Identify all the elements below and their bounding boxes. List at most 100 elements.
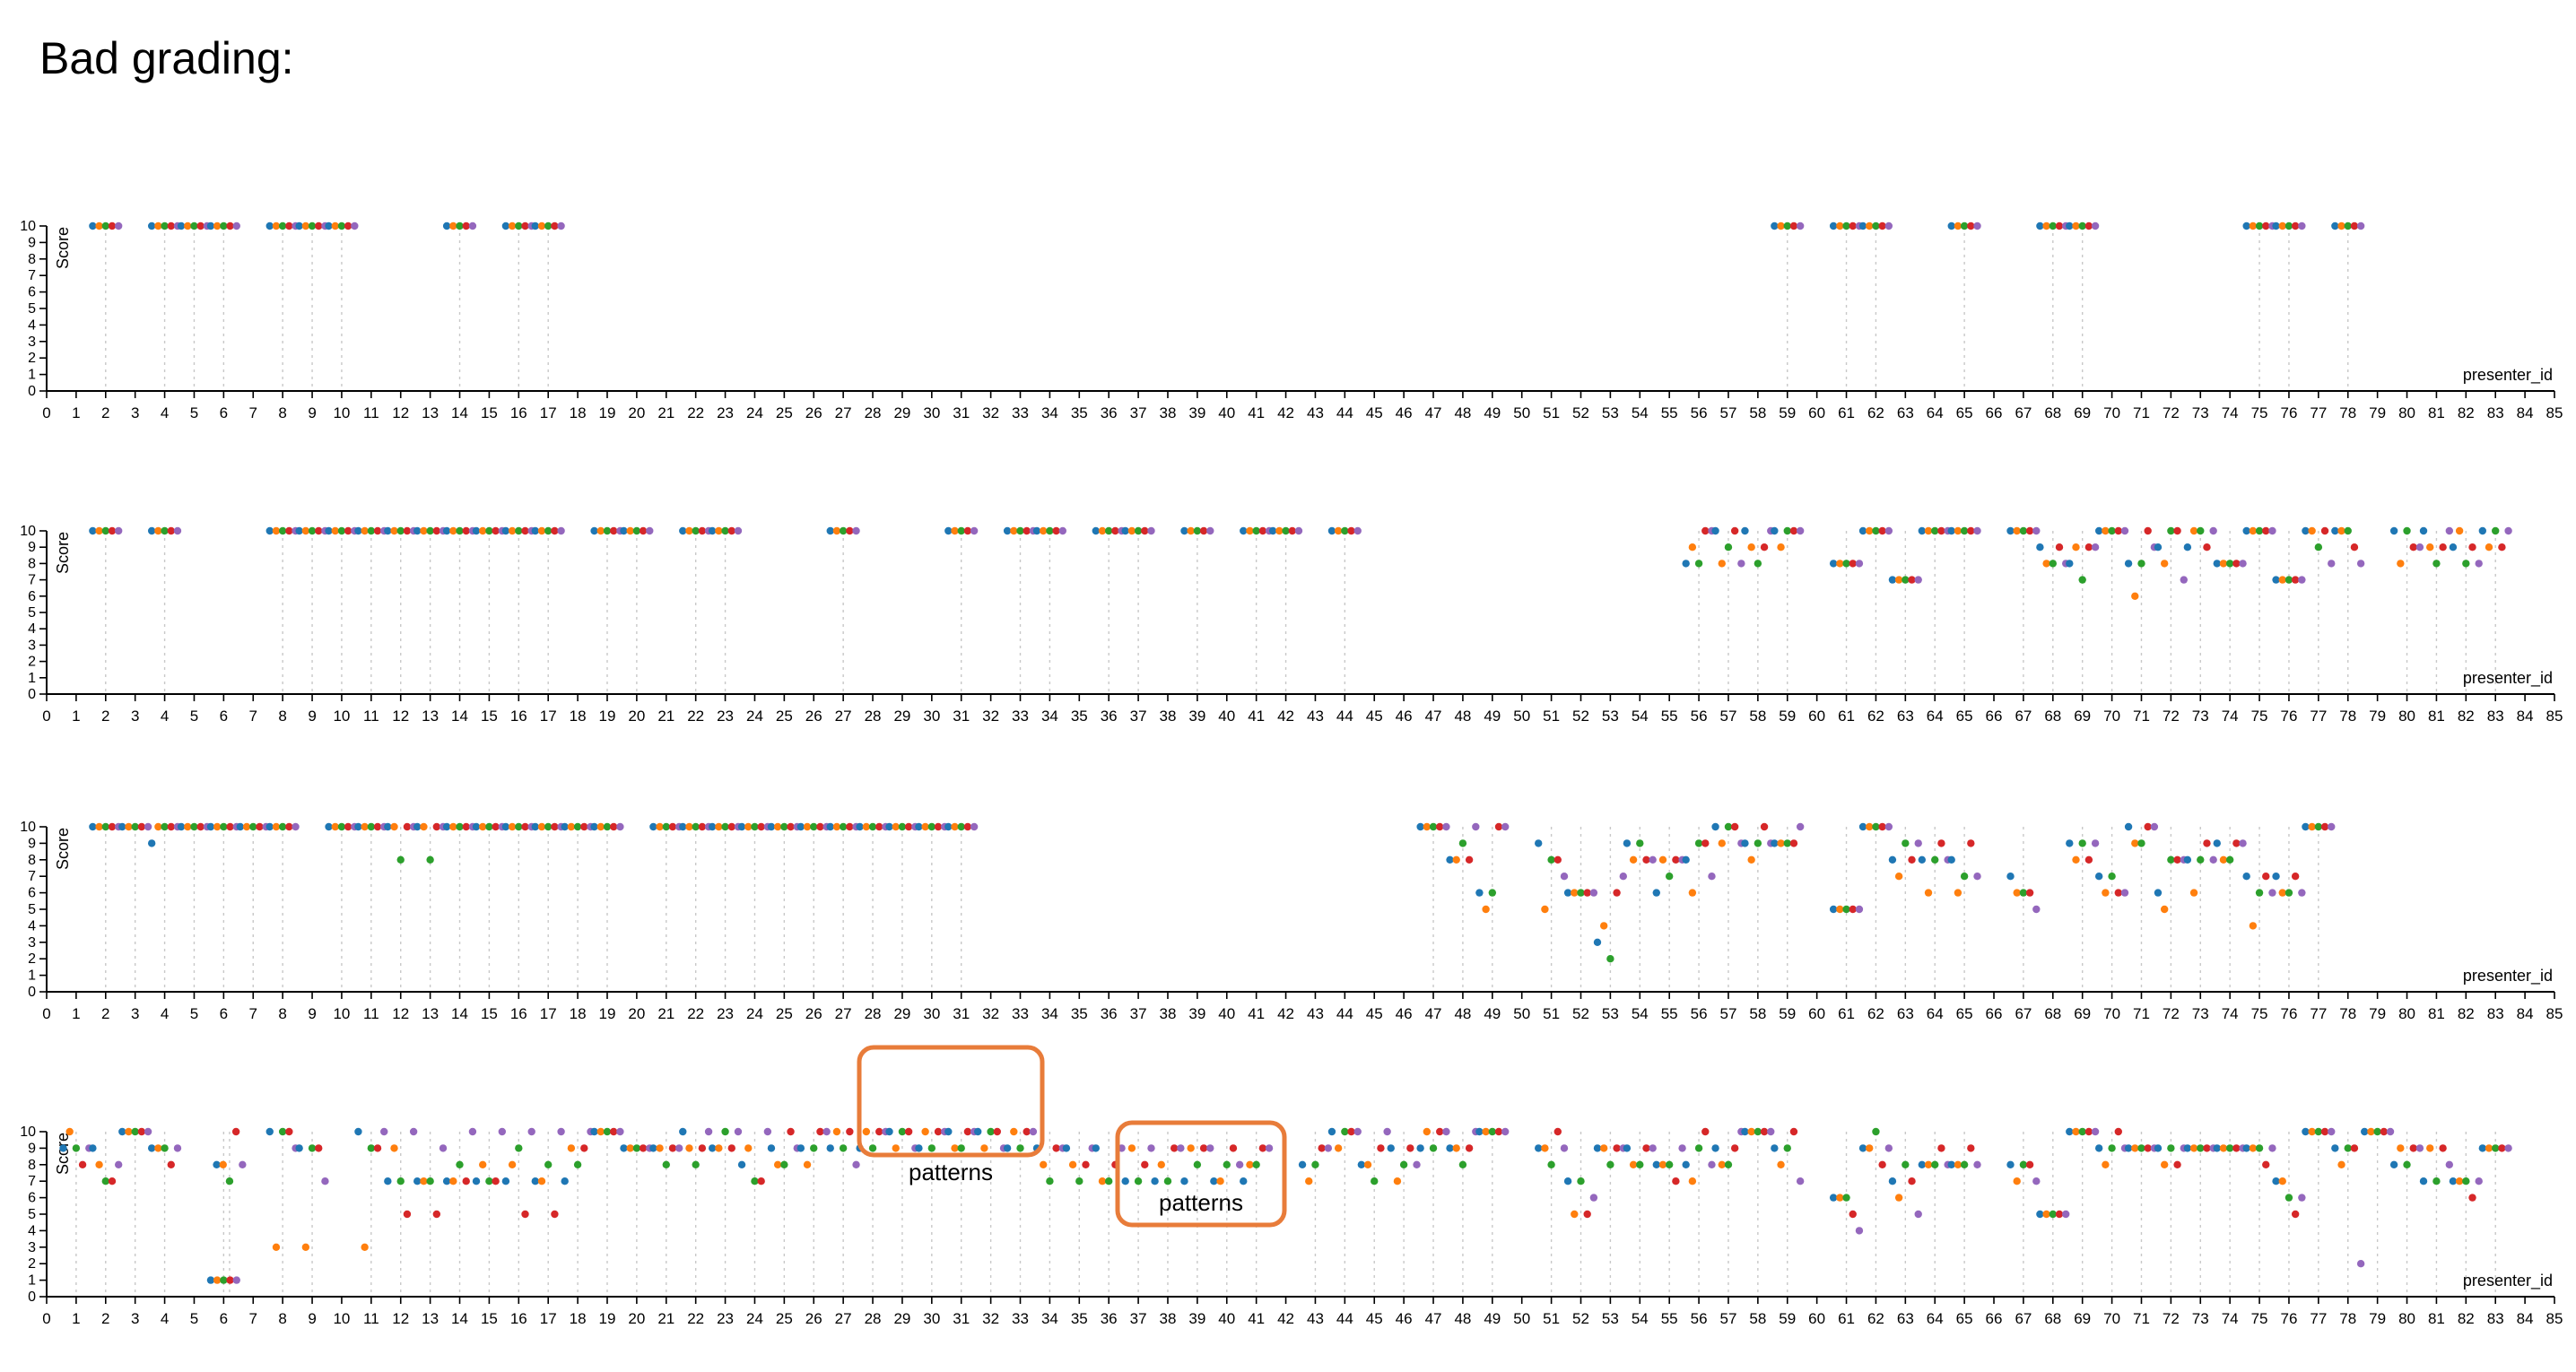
x-tick-label: 49 (1484, 708, 1501, 725)
score-point (315, 1144, 323, 1152)
x-tick-label: 31 (953, 1310, 970, 1327)
score-point (561, 822, 569, 831)
score-point (656, 1144, 664, 1152)
score-point (1436, 822, 1444, 831)
score-point (1682, 560, 1690, 568)
score-point (1783, 1144, 1791, 1152)
score-point (1075, 1177, 1083, 1185)
score-point (816, 822, 824, 831)
score-point (970, 822, 979, 831)
score-point (1177, 1144, 1185, 1152)
score-point (472, 526, 481, 535)
x-tick-label: 75 (2251, 1310, 2268, 1327)
score-point (944, 822, 953, 831)
score-point (485, 1177, 493, 1185)
y-tick-label: 6 (28, 589, 36, 604)
x-tick-label: 81 (2428, 404, 2445, 421)
score-point (1553, 855, 1562, 864)
x-tick-label: 42 (1277, 404, 1294, 421)
score-point (2492, 1144, 2500, 1152)
x-tick-label: 68 (2044, 1005, 2061, 1022)
score-point (1465, 1144, 1474, 1152)
score-point (1246, 1160, 1254, 1169)
score-point (354, 822, 362, 831)
x-tick-label: 83 (2487, 1310, 2504, 1327)
score-point (2197, 526, 2205, 535)
x-tick-label: 53 (1602, 708, 1619, 725)
score-point (2094, 1144, 2103, 1152)
score-point (1796, 1177, 1805, 1185)
score-point (184, 822, 192, 831)
score-point (331, 822, 339, 831)
score-point (196, 822, 205, 831)
x-tick-label: 16 (510, 1310, 527, 1327)
x-tick-label: 17 (540, 1310, 557, 1327)
x-tick-label: 84 (2517, 1310, 2534, 1327)
score-point (1878, 822, 1886, 831)
x-tick-label: 71 (2133, 404, 2150, 421)
x-tick-label: 2 (101, 1310, 109, 1327)
score-point (1010, 1127, 1018, 1136)
x-tick-label: 25 (776, 708, 793, 725)
score-point (2242, 221, 2250, 230)
x-tick-label: 19 (599, 404, 616, 421)
score-point (1672, 1177, 1680, 1185)
x-tick-label: 65 (1956, 1310, 1973, 1327)
score-point (272, 526, 281, 535)
score-point (2291, 576, 2300, 584)
x-tick-label: 67 (2015, 708, 2032, 725)
y-tick-label: 9 (28, 1141, 36, 1156)
score-point (1908, 855, 1916, 864)
score-point (89, 1144, 97, 1152)
score-point (904, 822, 913, 831)
score-point (915, 1144, 923, 1152)
x-tick-label: 13 (422, 1310, 439, 1327)
score-point (1240, 1177, 1248, 1185)
x-tick-label: 19 (599, 1310, 616, 1327)
score-point (721, 526, 729, 535)
score-point (826, 1144, 834, 1152)
score-point (1458, 1160, 1467, 1169)
score-point (239, 1160, 247, 1169)
score-point (1393, 1177, 1402, 1185)
x-tick-label: 70 (2103, 1310, 2120, 1327)
score-point (1058, 526, 1067, 535)
x-tick-label: 57 (1720, 1005, 1737, 1022)
x-tick-label: 65 (1956, 404, 1973, 421)
x-tick-label: 40 (1218, 404, 1235, 421)
score-point (249, 822, 257, 831)
x-tick-label: 38 (1160, 404, 1177, 421)
chart-panel-2: 0 1 2 3 4 5 6 7 8 9 10 11 12 13 14 15 16 17 18 19 20 21 22 23 24… (20, 524, 2563, 725)
x-tick-label: 49 (1484, 1005, 1501, 1022)
score-point (2249, 1144, 2258, 1152)
score-point (1240, 526, 1248, 535)
score-point (1858, 526, 1867, 535)
x-axis-label: presenter_id (2463, 1272, 2553, 1290)
x-tick-label: 24 (746, 708, 763, 725)
y-tick-label: 1 (28, 671, 36, 686)
score-point (2397, 1144, 2405, 1152)
score-point (501, 822, 510, 831)
score-point (1924, 526, 1933, 535)
score-point (2468, 543, 2476, 551)
score-point (1973, 873, 1981, 881)
x-tick-label: 64 (1927, 1005, 1944, 1022)
score-point (485, 526, 493, 535)
score-point (1324, 1144, 1333, 1152)
score-point (1068, 1160, 1077, 1169)
y-tick-label: 6 (28, 886, 36, 901)
score-point (144, 1127, 152, 1136)
score-point (596, 822, 605, 831)
x-tick-label: 28 (865, 1005, 882, 1022)
score-point (567, 822, 576, 831)
score-point (2298, 1194, 2306, 1202)
score-point (2167, 526, 2175, 535)
x-axis-label: presenter_id (2463, 669, 2553, 688)
score-point (2262, 221, 2270, 230)
x-tick-label: 34 (1041, 1310, 1058, 1327)
score-point (1789, 1127, 1798, 1136)
score-point (2232, 1144, 2241, 1152)
score-point (1796, 822, 1805, 831)
score-point (2062, 1210, 2070, 1219)
score-point (1724, 1160, 1733, 1169)
